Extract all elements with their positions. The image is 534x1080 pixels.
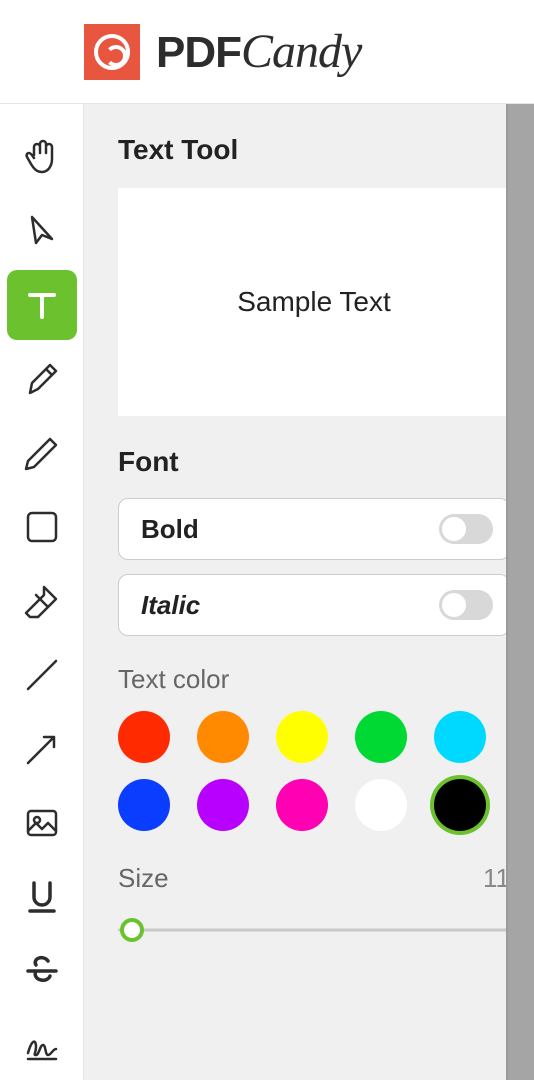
pointer-tool[interactable] xyxy=(7,196,77,266)
text-preview[interactable]: Sample Text xyxy=(118,188,510,416)
line-tool[interactable] xyxy=(7,640,77,710)
lollipop-icon xyxy=(84,24,140,80)
color-swatches xyxy=(118,711,510,831)
color-swatch-yellow[interactable] xyxy=(276,711,328,763)
arrow-line-tool[interactable] xyxy=(7,714,77,784)
bold-toggle[interactable] xyxy=(439,514,493,544)
color-swatch-red[interactable] xyxy=(118,711,170,763)
italic-label: Italic xyxy=(141,590,200,621)
font-section-title: Font xyxy=(118,446,510,478)
image-tool[interactable] xyxy=(7,788,77,858)
slider-track xyxy=(118,929,510,932)
strikethrough-tool[interactable] xyxy=(7,936,77,1006)
color-swatch-magenta[interactable] xyxy=(276,779,328,831)
italic-row[interactable]: Italic xyxy=(118,574,510,636)
text-tool-panel: Text Tool Sample Text Font Bold Italic T… xyxy=(84,104,534,1080)
eraser-tool[interactable] xyxy=(7,566,77,636)
eraser-icon xyxy=(20,579,64,623)
arrow-pointer-icon xyxy=(20,209,64,253)
signature-tool[interactable] xyxy=(7,1010,77,1080)
bold-label: Bold xyxy=(141,514,199,545)
rectangle-tool[interactable] xyxy=(7,492,77,562)
color-swatch-white[interactable] xyxy=(355,779,407,831)
rectangle-icon xyxy=(20,505,64,549)
app-header: PDFCandy xyxy=(0,0,534,104)
image-icon xyxy=(20,801,64,845)
panel-title: Text Tool xyxy=(118,134,510,166)
underline-tool[interactable] xyxy=(7,862,77,932)
hand-icon xyxy=(20,135,64,179)
brand-logo[interactable]: PDFCandy xyxy=(84,24,361,80)
color-swatch-blue[interactable] xyxy=(118,779,170,831)
line-icon xyxy=(20,653,64,697)
color-swatch-cyan[interactable] xyxy=(434,711,486,763)
size-label: Size xyxy=(118,863,169,894)
tool-sidebar xyxy=(0,104,84,1080)
pencil-tool[interactable] xyxy=(7,418,77,488)
text-color-label: Text color xyxy=(118,664,510,695)
color-swatch-orange[interactable] xyxy=(197,711,249,763)
preview-text: Sample Text xyxy=(237,286,391,318)
strikethrough-icon xyxy=(20,949,64,993)
underline-icon xyxy=(20,875,64,919)
color-swatch-black[interactable] xyxy=(434,779,486,831)
highlighter-tool[interactable] xyxy=(7,344,77,414)
signature-icon xyxy=(20,1023,64,1067)
slider-thumb[interactable] xyxy=(120,918,144,942)
text-tool[interactable] xyxy=(7,270,77,340)
highlighter-icon xyxy=(20,357,64,401)
arrow-line-icon xyxy=(20,727,64,771)
pencil-icon xyxy=(20,431,64,475)
size-slider[interactable] xyxy=(118,916,510,944)
color-swatch-green[interactable] xyxy=(355,711,407,763)
italic-toggle[interactable] xyxy=(439,590,493,620)
right-edge-shadow xyxy=(506,104,534,1080)
bold-row[interactable]: Bold xyxy=(118,498,510,560)
brand-text: PDFCandy xyxy=(156,24,361,79)
hand-tool[interactable] xyxy=(7,122,77,192)
color-swatch-purple[interactable] xyxy=(197,779,249,831)
text-icon xyxy=(20,283,64,327)
